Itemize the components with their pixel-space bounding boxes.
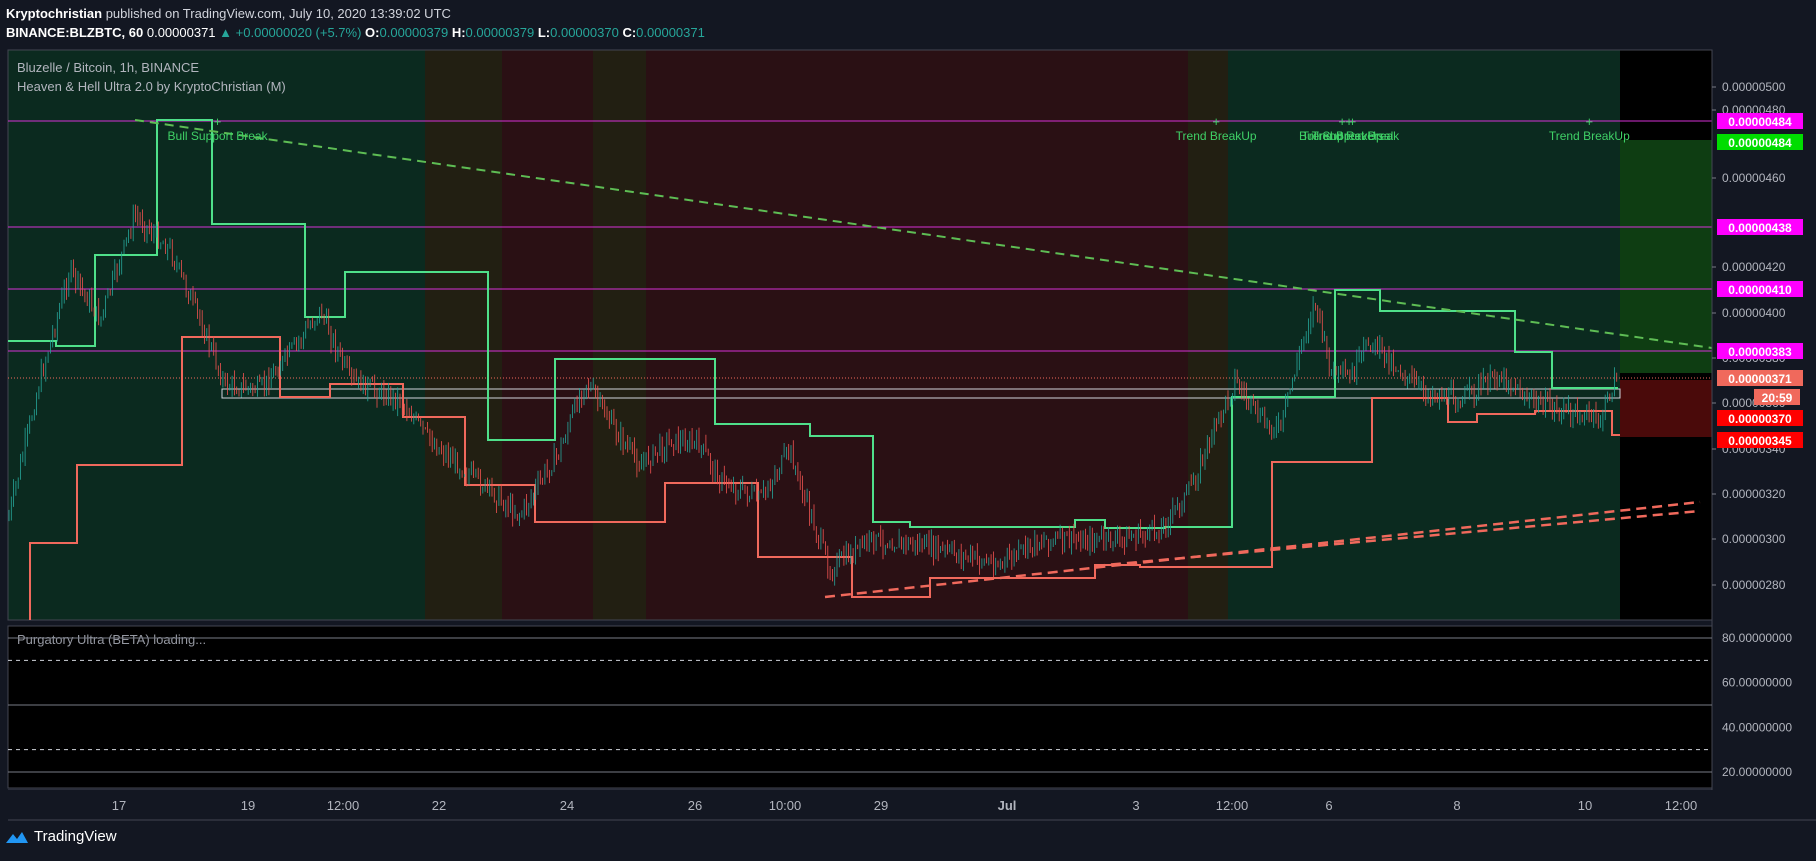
tradingview-brand[interactable]: TradingView bbox=[6, 828, 117, 845]
projection-bull-zone bbox=[1620, 140, 1712, 373]
time-tick-label: 17 bbox=[112, 798, 126, 813]
price-label-text: 20:59 bbox=[1762, 391, 1793, 405]
time-tick-label: 6 bbox=[1325, 798, 1332, 813]
price-label-text: 0.00000410 bbox=[1728, 283, 1792, 297]
annotation-marker: + bbox=[1349, 114, 1357, 129]
tradingview-logo-icon bbox=[6, 831, 28, 843]
oscillator-pane bbox=[7, 625, 1713, 789]
annotation-marker: + bbox=[1212, 114, 1220, 129]
time-tick-label: 12:00 bbox=[1665, 798, 1698, 813]
time-tick-label: 8 bbox=[1453, 798, 1460, 813]
chart-canvas[interactable]: Bull Support Break+Trend BreakUp+Trend B… bbox=[0, 0, 1816, 861]
time-tick-label: 12:00 bbox=[327, 798, 360, 813]
zone-band bbox=[425, 50, 502, 620]
zone-band bbox=[502, 50, 593, 620]
price-tick-label: 0.00000300 bbox=[1722, 532, 1786, 546]
price-label-text: 0.00000438 bbox=[1728, 221, 1792, 235]
time-tick-label: 10 bbox=[1578, 798, 1592, 813]
price-tick-label: 0.00000500 bbox=[1722, 80, 1786, 94]
price-tick-label: 0.00000280 bbox=[1722, 578, 1786, 592]
time-tick-label: 3 bbox=[1132, 798, 1139, 813]
legend-title: Bluzelle / Bitcoin, 1h, BINANCE bbox=[17, 60, 199, 75]
annotation-marker: + bbox=[214, 114, 222, 129]
price-label-text: 0.00000383 bbox=[1728, 345, 1792, 359]
projection-bear-zone bbox=[1620, 380, 1712, 437]
time-tick-label: 19 bbox=[241, 798, 255, 813]
time-tick-label: 24 bbox=[560, 798, 574, 813]
zone-band bbox=[646, 50, 1188, 620]
time-tick-label: Jul bbox=[998, 798, 1017, 813]
oscillator-tick-label: 60.00000000 bbox=[1722, 676, 1792, 690]
annotation-label: Bull Support Break bbox=[168, 129, 269, 143]
price-tick-label: 0.00000420 bbox=[1722, 260, 1786, 274]
oscillator-tick-label: 40.00000000 bbox=[1722, 720, 1792, 734]
zone-band bbox=[593, 50, 646, 620]
oscillator-tick-label: 20.00000000 bbox=[1722, 765, 1792, 779]
time-tick-label: 22 bbox=[432, 798, 446, 813]
price-label-text: 0.00000345 bbox=[1728, 434, 1792, 448]
price-tick-label: 0.00000320 bbox=[1722, 487, 1786, 501]
price-label-text: 0.00000484 bbox=[1728, 115, 1792, 129]
annotation-marker: + bbox=[1586, 114, 1594, 129]
price-label-text: 0.00000371 bbox=[1728, 372, 1792, 386]
price-tick-label: 0.00000460 bbox=[1722, 171, 1786, 185]
price-tick-label: 0.00000400 bbox=[1722, 306, 1786, 320]
legend-indicator: Heaven & Hell Ultra 2.0 by KryptoChristi… bbox=[17, 79, 286, 94]
annotation-label: Trend BreakUp bbox=[1549, 129, 1630, 143]
price-axis-ticks: 0.000005000.000004800.000004600.00000420… bbox=[1712, 80, 1786, 592]
oscillator-tick-label: 80.00000000 bbox=[1722, 631, 1792, 645]
time-tick-label: 29 bbox=[874, 798, 888, 813]
price-label-text: 0.00000484 bbox=[1728, 136, 1792, 150]
annotation-label: Trend BreakUp bbox=[1176, 129, 1257, 143]
price-label-text: 0.00000370 bbox=[1728, 412, 1792, 426]
time-tick-label: 12:00 bbox=[1216, 798, 1249, 813]
annotation-label: Trend Reversal bbox=[1312, 129, 1394, 143]
brand-name: TradingView bbox=[34, 828, 117, 845]
time-tick-label: 26 bbox=[688, 798, 702, 813]
time-tick-label: 10:00 bbox=[769, 798, 802, 813]
time-axis-bg bbox=[8, 790, 1816, 820]
oscillator-legend: Purgatory Ultra (BETA) loading... bbox=[17, 632, 206, 647]
